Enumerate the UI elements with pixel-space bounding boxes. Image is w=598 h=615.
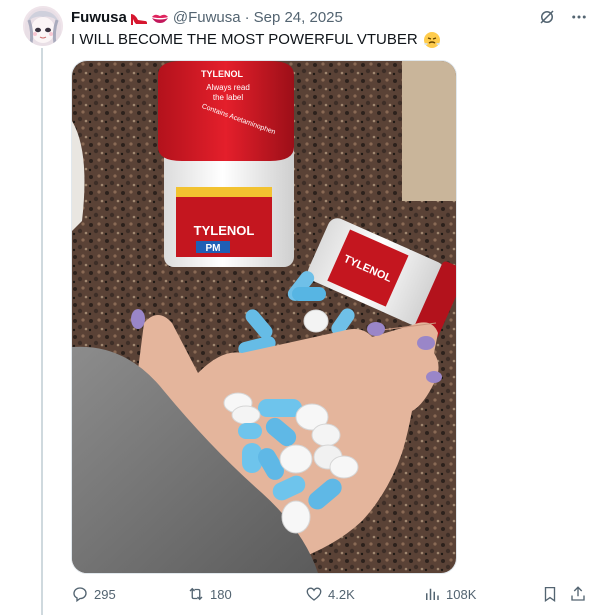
- like-button[interactable]: 4.2K: [305, 583, 355, 605]
- bottle-pm: PM: [206, 243, 221, 254]
- bottle-brand: TYLENOL: [194, 223, 255, 238]
- photo-pills-in-hand: TYLENOL PM TYLENOL Always read the label…: [72, 61, 456, 573]
- repost-button[interactable]: 180: [187, 583, 232, 605]
- tweet-header: Fuwusa @Fuwusa · Sep 24, 2025: [71, 8, 588, 28]
- kiss-mark-icon: [151, 10, 169, 26]
- heart-icon: [305, 585, 323, 603]
- reply-button[interactable]: 295: [71, 583, 116, 605]
- tweet-photo[interactable]: TYLENOL PM TYLENOL Always read the label…: [71, 60, 457, 574]
- high-heel-icon: [130, 10, 148, 26]
- repost-count: 180: [210, 586, 232, 602]
- author-name[interactable]: Fuwusa: [71, 8, 127, 28]
- reply-count: 295: [94, 586, 116, 602]
- cap-line1: Always read: [206, 83, 250, 92]
- avatar[interactable]: [23, 6, 63, 46]
- analytics-icon: [423, 585, 441, 603]
- cap-brand: TYLENOL: [201, 69, 244, 79]
- post-date[interactable]: Sep 24, 2025: [254, 8, 343, 28]
- bookmark-icon: [541, 585, 559, 603]
- separator-dot: ·: [244, 9, 250, 26]
- tweet-body: I WILL BECOME THE MOST POWERFUL VTUBER: [71, 31, 418, 48]
- action-bar: 295 180 4.2K 108K: [71, 583, 588, 605]
- reply-icon: [71, 585, 89, 603]
- like-count: 4.2K: [328, 586, 355, 602]
- grok-icon[interactable]: [538, 8, 556, 26]
- steam-face-icon: [423, 31, 441, 49]
- avatar-image: [23, 6, 63, 46]
- author-handle[interactable]: @Fuwusa: [173, 8, 241, 28]
- more-options-icon[interactable]: [570, 8, 588, 26]
- share-button[interactable]: [569, 583, 587, 605]
- tylenol-pm-bottle: TYLENOL PM TYLENOL Always read the label…: [158, 61, 294, 267]
- thread-line: [41, 48, 43, 615]
- cap-line2: the label: [213, 93, 243, 102]
- bookmark-button[interactable]: [541, 583, 559, 605]
- tweet-text: I WILL BECOME THE MOST POWERFUL VTUBER: [71, 30, 441, 50]
- view-count: 108K: [446, 586, 477, 602]
- repost-icon: [187, 585, 205, 603]
- share-icon: [569, 585, 587, 603]
- views-button[interactable]: 108K: [423, 583, 476, 605]
